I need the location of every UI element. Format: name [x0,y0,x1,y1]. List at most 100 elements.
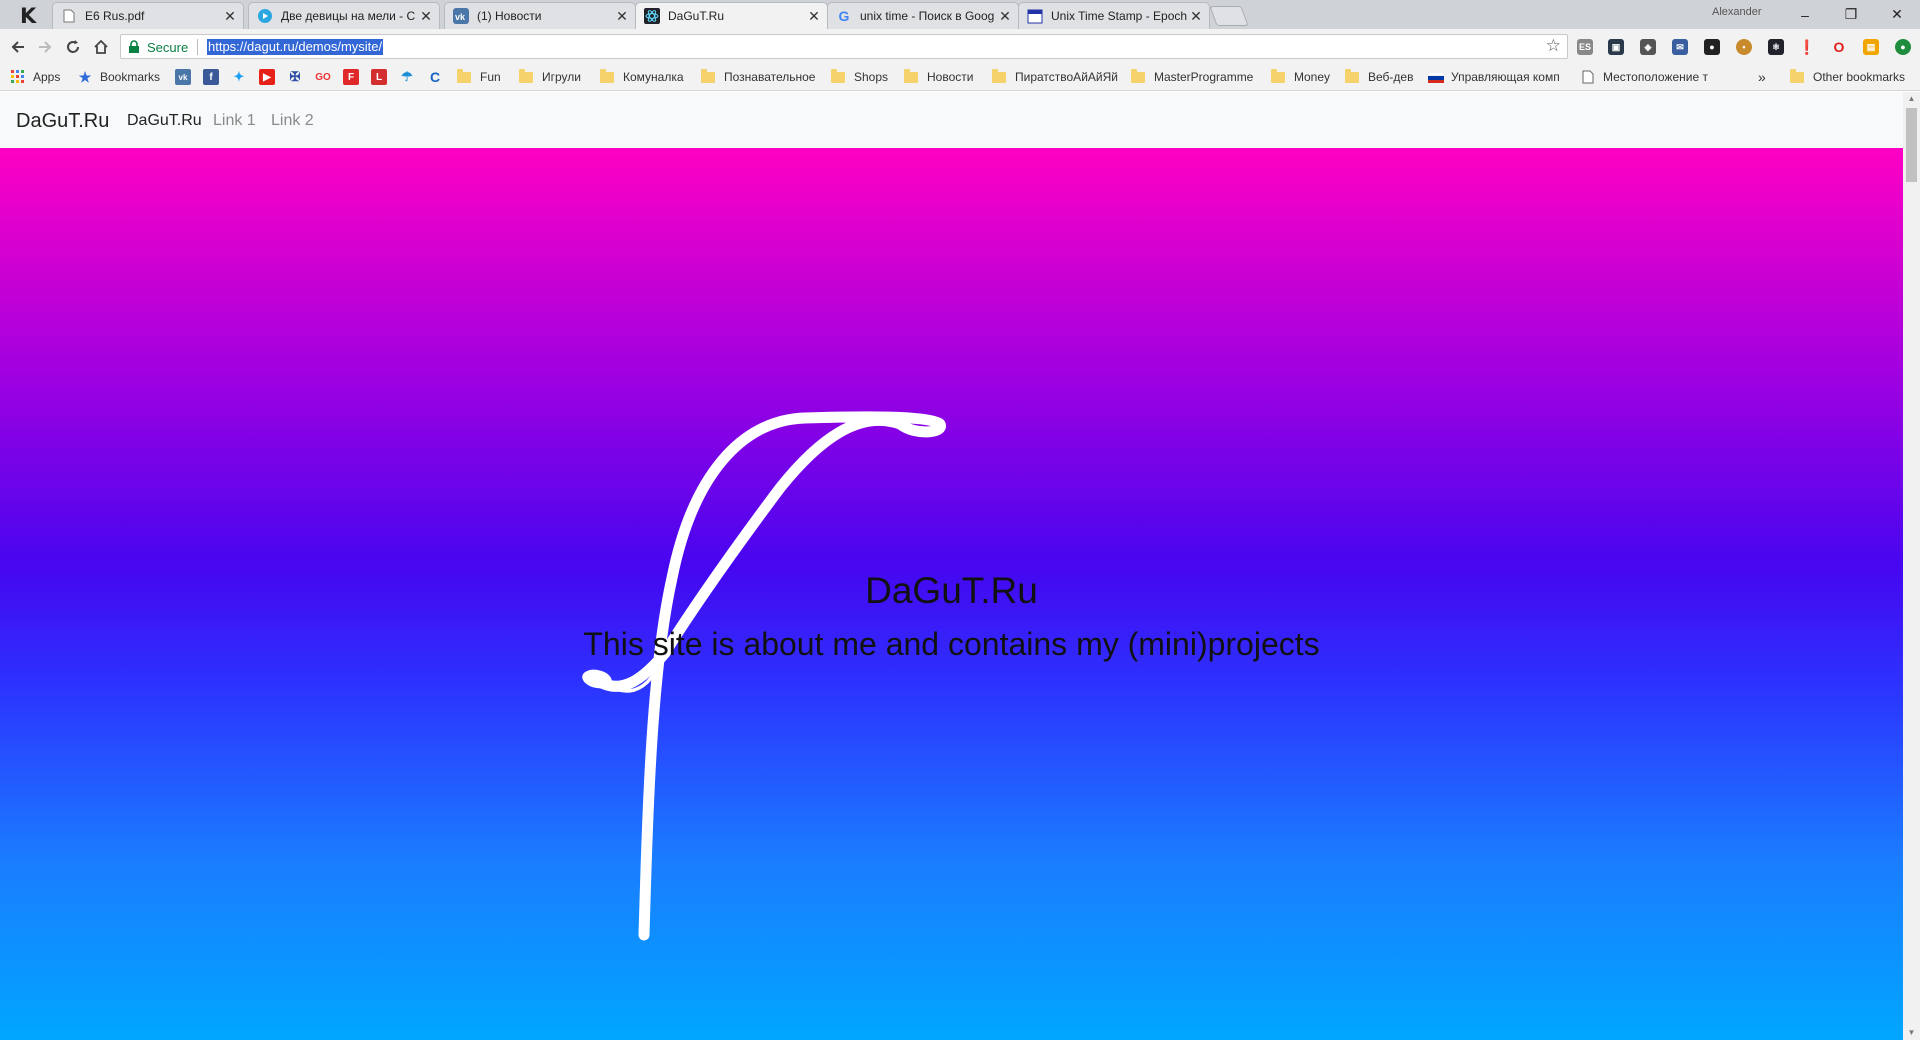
close-icon[interactable]: ✕ [419,9,433,23]
react-icon[interactable]: ⚛ [1768,39,1784,55]
tab-video[interactable]: Две девицы на мели - С ✕ [248,2,440,29]
bookmark-other-bookmarks[interactable]: Other bookmarks [1790,68,1906,85]
back-button[interactable] [6,35,30,59]
close-icon[interactable]: ✕ [615,9,629,23]
bookmark-flipboard[interactable]: F [343,69,366,85]
close-icon[interactable]: ✕ [998,9,1012,23]
close-icon[interactable]: ✕ [223,9,237,23]
emblem-icon: ✠ [289,69,301,84]
bookmark-folder-fun[interactable]: Fun [457,68,501,85]
minimize-button[interactable]: – [1782,0,1828,29]
close-icon[interactable]: ✕ [807,9,821,23]
nav-link-1[interactable]: Link 1 [213,112,256,130]
umbrella-icon: ☂ [401,69,413,84]
folder-icon [831,68,845,83]
bookmark-red-l[interactable]: L [371,69,394,85]
twitter-icon: ✦ [233,69,245,84]
pdf-document-icon [61,8,77,24]
opera-icon[interactable]: O [1831,39,1847,55]
bookmark-folder-piracy[interactable]: ПиратствоАйАйЯй [992,68,1118,85]
folder-icon [1790,68,1804,83]
bookmark-location[interactable]: Местоположение т [1580,69,1708,85]
tab-pdf[interactable]: E6 Rus.pdf ✕ [52,2,244,29]
address-separator [197,39,198,55]
page-scrollbar[interactable]: ▲ ▼ [1903,92,1920,1040]
bookmark-star-icon[interactable]: ☆ [1546,36,1561,56]
bookmark-label: Money [1294,70,1331,84]
flipboard-icon: F [343,69,359,85]
bookmark-emblem[interactable]: ✠ [287,69,310,85]
calendar-icon [1027,8,1043,24]
address-bar[interactable]: Secure https://dagut.ru/demos/mysite/ ☆ [120,34,1568,59]
bookmark-go[interactable]: GO [315,69,338,85]
tab-vk[interactable]: vk (1) Новости ✕ [444,2,636,29]
bookmark-label: MasterProgramme [1154,70,1254,84]
bookmark-vk[interactable]: vk [175,69,198,85]
bookmark-c[interactable]: C [427,69,450,85]
bookmark-folder-masterprogramme[interactable]: MasterProgramme [1131,68,1254,85]
bookmark-folder-educational[interactable]: Познавательное [701,68,816,85]
close-icon[interactable]: ✕ [1189,9,1203,23]
vk-icon: vk [453,8,469,24]
shield-icon[interactable]: ◈ [1640,39,1656,55]
cookie-icon[interactable]: • [1736,39,1752,55]
bulb-icon[interactable]: ❗ [1798,39,1816,55]
browser-toolbar: Secure https://dagut.ru/demos/mysite/ ☆ … [0,29,1920,64]
tab-google[interactable]: G unix time - Поиск в Goog ✕ [827,2,1019,29]
bookmark-label: Познавательное [724,70,816,84]
bookmark-facebook[interactable]: f [203,69,226,85]
secure-label: Secure [147,40,189,55]
bookmark-bookmarks[interactable]: ★ Bookmarks [77,69,160,85]
bookmark-folder-money[interactable]: Money [1271,68,1331,85]
es-icon[interactable]: ES [1577,39,1593,55]
gift-icon[interactable]: ▤ [1863,39,1879,55]
bookmark-folder-news[interactable]: Новости [904,68,973,85]
scroll-down-arrow-icon[interactable]: ▼ [1903,1026,1920,1040]
lock-icon [128,40,140,59]
tab-dagut[interactable]: DaGuT.Ru ✕ [635,2,828,29]
bookmark-label: Местоположение т [1603,70,1708,84]
new-tab-button[interactable] [1209,6,1249,26]
bookmark-folder-webdev[interactable]: Веб-дев [1345,68,1413,85]
screen-icon[interactable]: ▣ [1608,39,1624,55]
bookmarks-overflow-button[interactable]: » [1758,69,1766,85]
site-brand[interactable]: DaGuT.Ru [16,110,109,133]
url-text[interactable]: https://dagut.ru/demos/mysite/ [207,39,384,55]
bookmark-umbrella[interactable]: ☂ [399,69,422,85]
bookmark-folder-utilities[interactable]: Комуналка [600,68,684,85]
bookmark-label: Управляющая комп [1451,70,1559,84]
folder-icon [1271,68,1285,83]
bookmark-management-company[interactable]: Управляющая комп [1428,69,1559,85]
bookmark-label: Other bookmarks [1813,70,1906,84]
scroll-up-arrow-icon[interactable]: ▲ [1903,92,1920,106]
bookmark-twitter[interactable]: ✦ [231,69,254,85]
tab-title: unix time - Поиск в Goog [860,9,995,23]
profile-name[interactable]: Alexander [1712,6,1762,18]
nav-link-2[interactable]: Link 2 [271,112,314,130]
nav-link-home[interactable]: DaGuT.Ru [127,112,202,130]
home-button[interactable] [89,35,113,59]
bookmark-folder-games[interactable]: Игрули [519,68,581,85]
folder-icon [600,68,614,83]
close-window-button[interactable]: ✕ [1874,0,1920,29]
bookmark-youtube[interactable]: ▶ [259,69,282,85]
forward-button[interactable] [33,35,57,59]
tab-epoch[interactable]: Unix Time Stamp - Epoch ✕ [1018,2,1210,29]
reload-button[interactable] [61,35,85,59]
green-circle-icon[interactable]: ● [1895,39,1911,55]
hero-subtitle: This site is about me and contains my (m… [583,626,1320,662]
google-icon: G [838,8,850,24]
bookmark-folder-shops[interactable]: Shops [831,68,888,85]
hero-title: DaGuT.Ru [865,570,1038,611]
ghost-icon[interactable]: ● [1704,39,1720,55]
scrollbar-thumb[interactable] [1906,108,1917,182]
mail-new-icon[interactable]: ✉ [1672,39,1688,55]
folder-icon [904,68,918,83]
bookmark-apps[interactable]: Apps [10,69,60,85]
bookmark-label: ПиратствоАйАйЯй [1015,70,1118,84]
maximize-button[interactable]: ❐ [1828,0,1874,29]
browser-logo-icon: K [20,4,37,28]
reload-icon [67,40,79,53]
folder-icon [701,68,715,83]
bookmark-label: Fun [480,70,501,84]
